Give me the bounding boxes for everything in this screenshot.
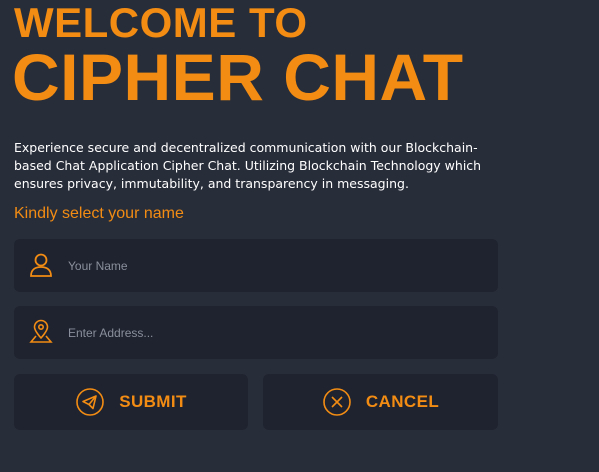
- name-field-container[interactable]: [14, 239, 498, 292]
- location-pin-icon: [29, 319, 53, 345]
- select-name-prompt: Kindly select your name: [14, 205, 184, 222]
- send-icon: [75, 387, 105, 417]
- user-icon: [29, 252, 53, 278]
- cancel-label: CANCEL: [365, 392, 440, 411]
- name-input[interactable]: [68, 239, 488, 292]
- cancel-button[interactable]: CANCEL: [263, 374, 498, 430]
- submit-label: SUBMIT: [119, 392, 187, 411]
- close-circle-icon: [322, 387, 352, 417]
- address-input[interactable]: [68, 306, 488, 359]
- address-field-container[interactable]: [14, 306, 498, 359]
- submit-button[interactable]: SUBMIT: [14, 374, 248, 430]
- welcome-page: WELCOME TO CIPHER CHAT Experience secure…: [0, 0, 599, 472]
- app-description: Experience secure and decentralized comm…: [14, 140, 482, 191]
- app-title: CIPHER CHAT: [12, 40, 464, 114]
